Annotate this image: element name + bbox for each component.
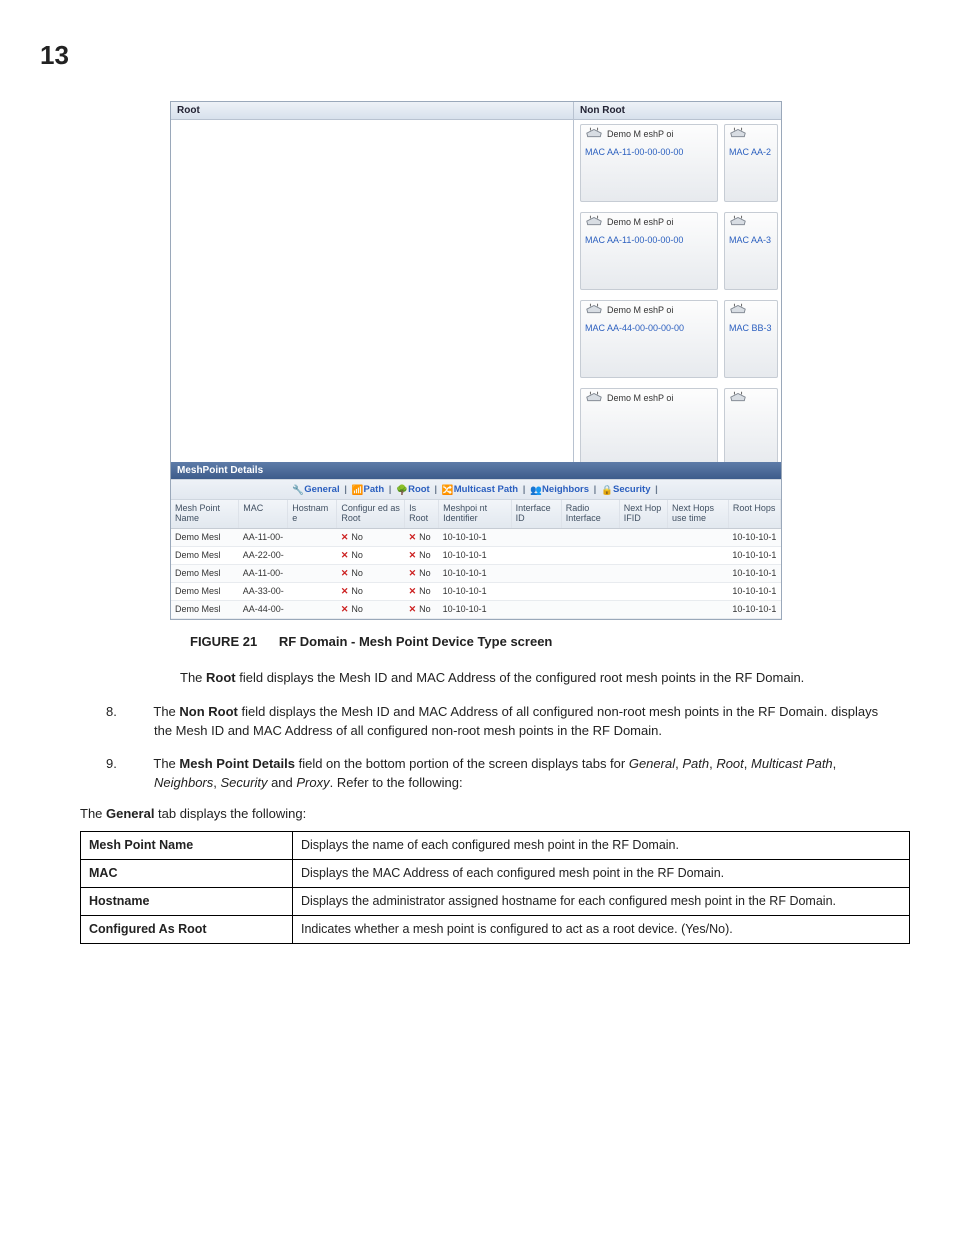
neighbors-icon: 👥 (530, 485, 540, 495)
device-row: Demo M eshP oi MAC AA-44-00-00-00-00 MAC… (580, 300, 779, 378)
device-row: Demo M eshP oi (580, 388, 779, 462)
tab-multicast[interactable]: Multicast Path (454, 484, 518, 495)
app-frame: Root Non Root Demo M eshP oi MA (170, 101, 782, 620)
access-point-icon (585, 303, 603, 317)
nonroot-pane-title: Non Root (574, 102, 781, 120)
x-icon: ✕ (409, 550, 417, 560)
root-pane: Root (171, 102, 574, 462)
col-mpid[interactable]: Meshpoi nt Identifier (439, 500, 511, 528)
page-number: 13 (40, 40, 894, 71)
device-name: Demo M eshP oi (607, 305, 673, 315)
security-icon: 🔒 (601, 485, 611, 495)
device-card[interactable]: Demo M eshP oi (580, 388, 718, 462)
tab-security[interactable]: Security (613, 484, 651, 495)
access-point-icon (729, 391, 747, 405)
device-mac: MAC AA-3 (729, 235, 773, 245)
device-row: Demo M eshP oi MAC AA-11-00-00-00-00 MAC… (580, 124, 779, 202)
general-description-table: Mesh Point NameDisplays the name of each… (80, 831, 910, 944)
device-mac: MAC AA-11-00-00-00-00 (585, 147, 713, 157)
device-mac: MAC AA-11-00-00-00-00 (585, 235, 713, 245)
device-card[interactable]: MAC BB-3 (724, 300, 778, 378)
col-radio[interactable]: Radio Interface (561, 500, 619, 528)
figure-title: RF Domain - Mesh Point Device Type scree… (279, 634, 553, 649)
tab-general[interactable]: General (304, 484, 339, 495)
table-row[interactable]: Demo MeslAA-11-00-✕No✕No10-10-10-110-10-… (171, 528, 781, 546)
access-point-icon (585, 215, 603, 229)
table-row: Configured As RootIndicates whether a me… (81, 915, 910, 943)
col-isroot[interactable]: Is Root (405, 500, 439, 528)
device-card[interactable]: Demo M eshP oi MAC AA-11-00-00-00-00 (580, 212, 718, 290)
tab-path[interactable]: Path (364, 484, 385, 495)
device-name: Demo M eshP oi (607, 217, 673, 227)
col-nexthop[interactable]: Next Hop IFID (619, 500, 667, 528)
table-row: HostnameDisplays the administrator assig… (81, 888, 910, 916)
col-mac[interactable]: MAC (239, 500, 288, 528)
x-icon: ✕ (409, 532, 417, 542)
figure-label: FIGURE 21 (190, 634, 257, 649)
table-row[interactable]: Demo MeslAA-44-00-✕No✕No10-10-10-110-10-… (171, 600, 781, 618)
paragraph-root: The Root field displays the Mesh ID and … (180, 669, 894, 687)
tab-root[interactable]: Root (408, 484, 430, 495)
col-meshpointname[interactable]: Mesh Point Name (171, 500, 239, 528)
col-hostname[interactable]: Hostnam e (288, 500, 337, 528)
col-interfaceid[interactable]: Interface ID (511, 500, 561, 528)
device-card[interactable]: MAC AA-3 (724, 212, 778, 290)
x-icon: ✕ (341, 550, 349, 560)
access-point-icon (729, 303, 747, 317)
table-row[interactable]: Demo MeslAA-22-00-✕No✕No10-10-10-110-10-… (171, 546, 781, 564)
device-card[interactable]: MAC AA-2 (724, 124, 778, 202)
x-icon: ✕ (341, 586, 349, 596)
access-point-icon (729, 127, 747, 141)
x-icon: ✕ (341, 532, 349, 542)
details-header: MeshPoint Details (171, 462, 781, 479)
x-icon: ✕ (341, 568, 349, 578)
x-icon: ✕ (409, 568, 417, 578)
table-row: MACDisplays the MAC Address of each conf… (81, 860, 910, 888)
device-card[interactable] (724, 388, 778, 462)
device-card[interactable]: Demo M eshP oi MAC AA-11-00-00-00-00 (580, 124, 718, 202)
device-card[interactable]: Demo M eshP oi MAC AA-44-00-00-00-00 (580, 300, 718, 378)
figure-caption: FIGURE 21 RF Domain - Mesh Point Device … (190, 634, 894, 649)
path-icon: 📶 (352, 485, 362, 495)
root-pane-title: Root (171, 102, 573, 120)
table-row[interactable]: Demo MeslAA-11-00-✕No✕No10-10-10-110-10-… (171, 564, 781, 582)
access-point-icon (585, 391, 603, 405)
figure-screenshot: Root Non Root Demo M eshP oi MA (170, 101, 894, 649)
table-row[interactable]: Demo MeslAA-33-00-✕No✕No10-10-10-110-10-… (171, 582, 781, 600)
device-mac: MAC AA-44-00-00-00-00 (585, 323, 713, 333)
col-roothops[interactable]: Root Hops (728, 500, 780, 528)
nonroot-pane: Non Root Demo M eshP oi MAC AA-11-00-00-… (574, 102, 781, 462)
device-name: Demo M eshP oi (607, 393, 673, 403)
details-grid: Mesh Point Name MAC Hostnam e Configur e… (171, 500, 781, 619)
device-name: Demo M eshP oi (607, 129, 673, 139)
col-configured-root[interactable]: Configur ed as Root (337, 500, 405, 528)
root-icon: 🌳 (396, 485, 406, 495)
access-point-icon (585, 127, 603, 141)
x-icon: ✕ (341, 604, 349, 614)
list-item-8: 8. The Non Root field displays the Mesh … (130, 703, 894, 741)
x-icon: ✕ (409, 586, 417, 596)
multicast-icon: 🔀 (442, 485, 452, 495)
general-icon: 🔧 (292, 485, 302, 495)
access-point-icon (729, 215, 747, 229)
table-row: Mesh Point NameDisplays the name of each… (81, 832, 910, 860)
col-nexthopstime[interactable]: Next Hops use time (667, 500, 728, 528)
details-tabs: 🔧General | 📶Path | 🌳Root | 🔀Multicast Pa… (171, 479, 781, 500)
tab-neighbors[interactable]: Neighbors (542, 484, 589, 495)
device-mac: MAC BB-3 (729, 323, 773, 333)
device-mac: MAC AA-2 (729, 147, 773, 157)
nonroot-body: Demo M eshP oi MAC AA-11-00-00-00-00 MAC… (574, 120, 781, 462)
list-item-9: 9. The Mesh Point Details field on the b… (130, 755, 894, 793)
general-intro: The General tab displays the following: (80, 806, 894, 821)
device-row: Demo M eshP oi MAC AA-11-00-00-00-00 MAC… (580, 212, 779, 290)
x-icon: ✕ (409, 604, 417, 614)
